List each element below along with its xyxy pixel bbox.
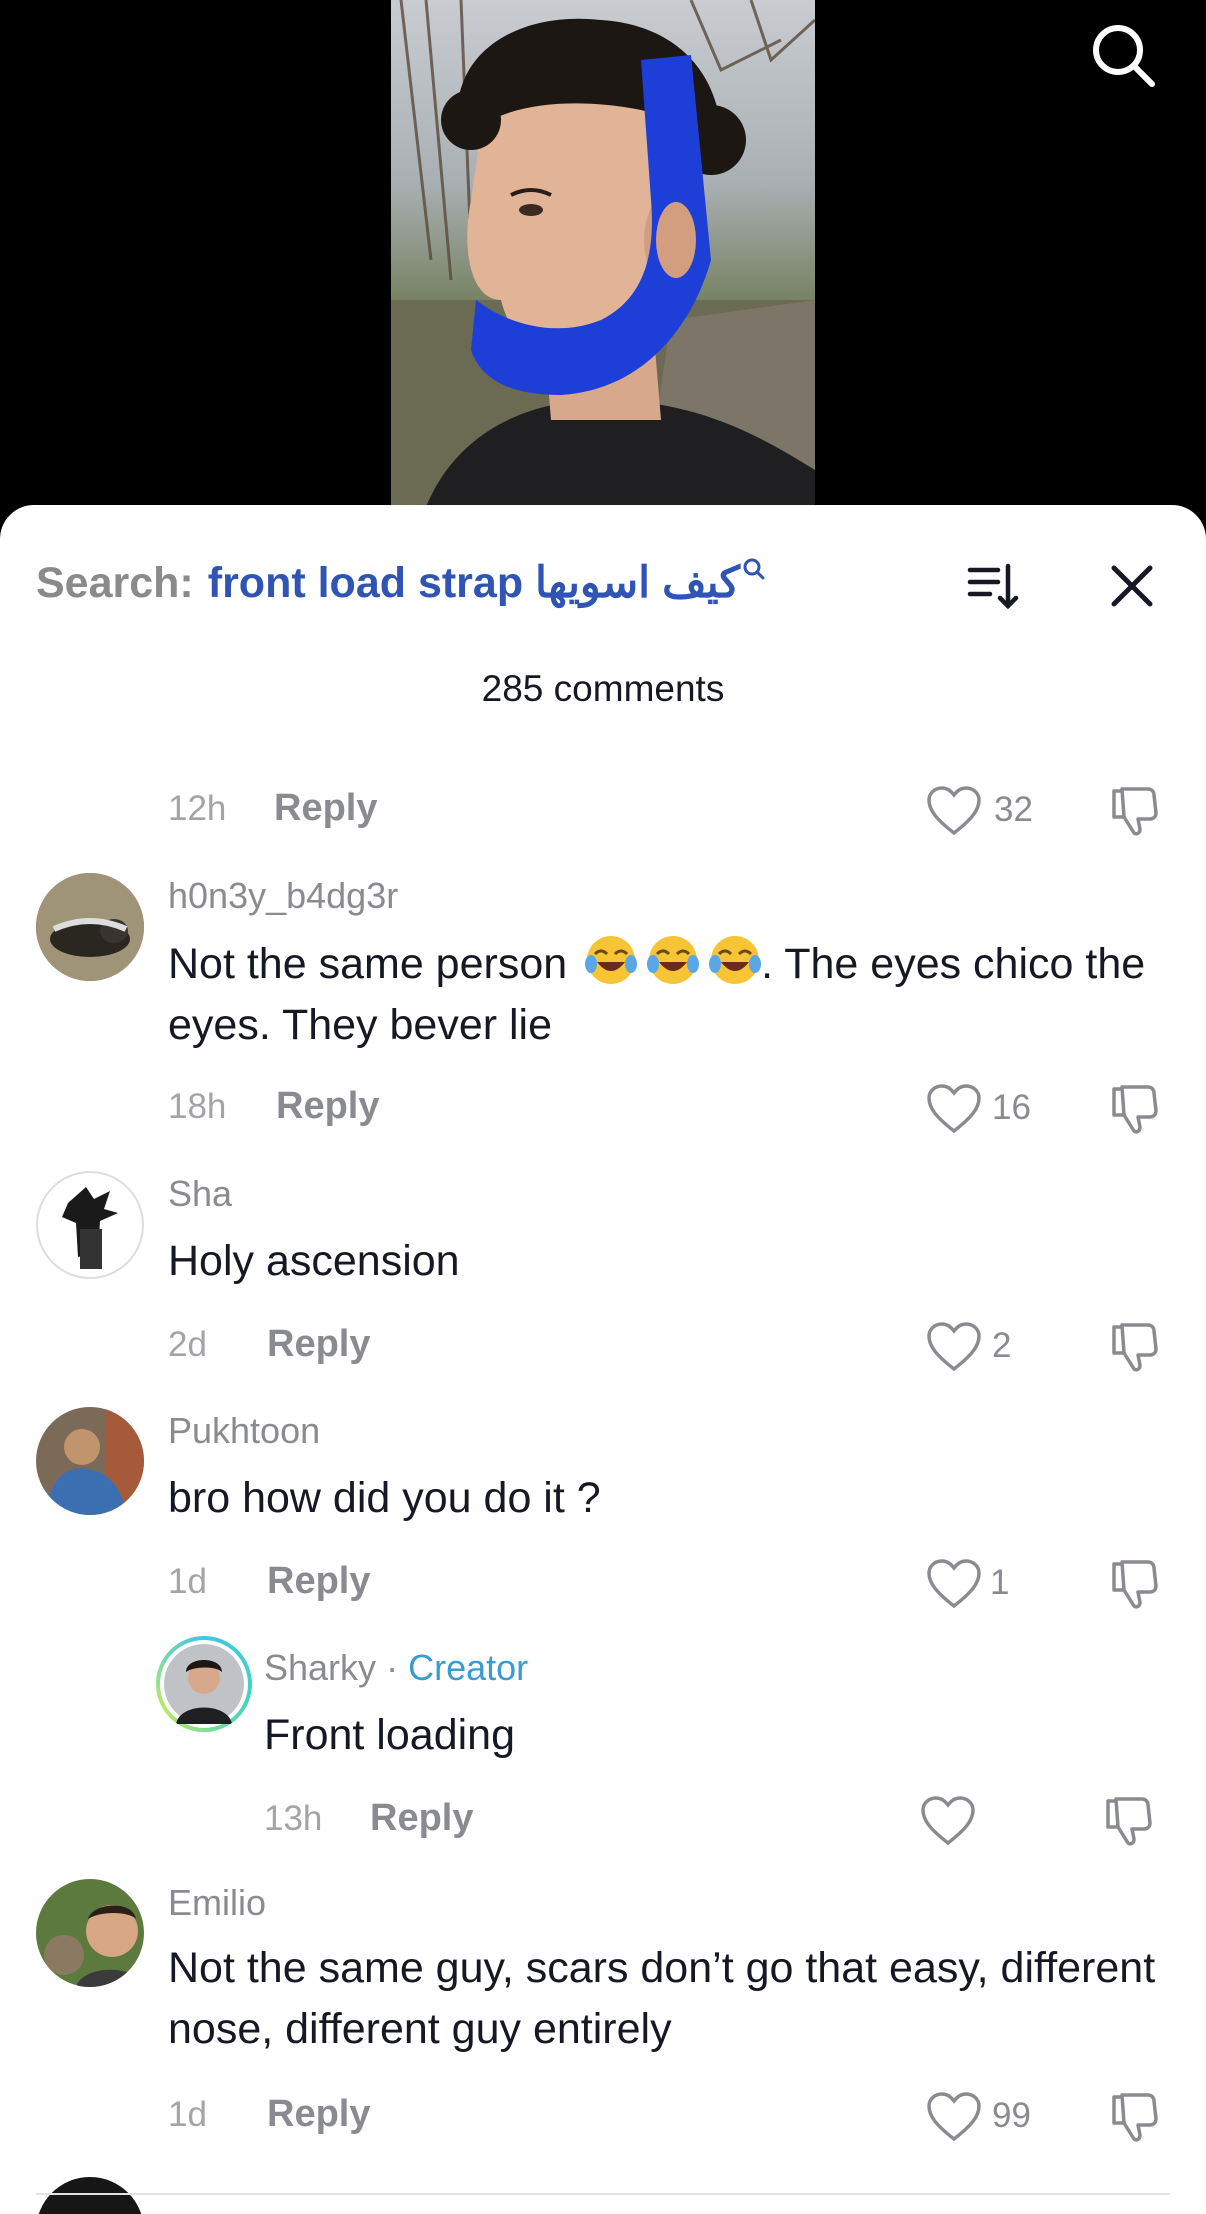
search-query-link[interactable]: front load strap كيف اسويها: [208, 558, 740, 608]
dislike-icon[interactable]: [1106, 2089, 1162, 2145]
video-player[interactable]: [0, 0, 1206, 520]
comment-time: 13h: [264, 1799, 323, 1838]
dislike-icon[interactable]: [1100, 1793, 1156, 1849]
comment-text-part: Not the same person: [168, 940, 568, 988]
heart-icon[interactable]: [926, 2091, 982, 2143]
avatar[interactable]: [36, 2177, 144, 2214]
comment-text: Not the same person . The eyes chico the…: [168, 934, 1168, 1056]
sort-icon[interactable]: [964, 556, 1024, 616]
dislike-icon[interactable]: [1106, 783, 1162, 839]
comments-sheet: Search: front load strap كيف اسويها 285 …: [0, 505, 1206, 2214]
reply-button[interactable]: Reply: [276, 1085, 379, 1128]
comment-count: 285 comments: [481, 668, 725, 709]
heart-icon[interactable]: [920, 1795, 976, 1847]
creator-badge: Creator: [408, 1647, 529, 1688]
reply-button[interactable]: Reply: [267, 2093, 370, 2136]
comment-text: Not the same guy, scars don’t go that ea…: [168, 1944, 1156, 2053]
search-label: Search:: [36, 558, 194, 607]
comment-username[interactable]: Pukhtoon: [168, 1410, 320, 1452]
search-small-icon: [742, 543, 766, 592]
dislike-icon[interactable]: [1106, 1081, 1162, 1137]
like-count: 1: [990, 1563, 1010, 1602]
comment-text: bro how did you do it ?: [168, 1474, 601, 1522]
avatar[interactable]: [36, 1171, 144, 1279]
comment-text: Front loading: [264, 1711, 515, 1759]
like-count: 16: [992, 1088, 1031, 1127]
comment-text: Holy ascension: [168, 1237, 460, 1285]
laughing-emoji-icon: [585, 936, 638, 984]
reply-button[interactable]: Reply: [370, 1797, 473, 1840]
dislike-icon[interactable]: [1106, 1556, 1162, 1612]
reply-button[interactable]: Reply: [274, 787, 377, 830]
comment-time: 1d: [168, 2095, 207, 2134]
comment-time: 1d: [168, 1562, 207, 1601]
heart-icon[interactable]: [926, 1321, 982, 1373]
close-icon[interactable]: [1102, 556, 1162, 616]
separator-dot: ·: [386, 1647, 399, 1688]
comment-username[interactable]: Sharky: [264, 1647, 376, 1688]
comment-username[interactable]: Emilio: [168, 1882, 266, 1924]
heart-icon[interactable]: [926, 785, 982, 837]
comment-username[interactable]: h0n3y_b4dg3r: [168, 875, 398, 917]
like-count: 32: [994, 790, 1033, 829]
avatar[interactable]: [36, 1879, 144, 1987]
heart-icon[interactable]: [926, 1083, 982, 1135]
laughing-emoji-icon: [709, 936, 762, 984]
comment-username[interactable]: Sha: [168, 1173, 232, 1215]
comment-time: 12h: [168, 789, 227, 828]
like-count: 2: [992, 1326, 1012, 1365]
comment-time: 18h: [168, 1087, 227, 1126]
reply-button[interactable]: Reply: [267, 1560, 370, 1603]
laughing-emoji-icon: [647, 936, 700, 984]
emoji-group: [585, 936, 762, 988]
comment-time: 2d: [168, 1325, 207, 1364]
creator-avatar[interactable]: [156, 1636, 252, 1732]
reply-button[interactable]: Reply: [267, 1323, 370, 1366]
heart-icon[interactable]: [926, 1558, 982, 1610]
divider: [36, 2193, 1170, 2195]
video-thumbnail: [391, 0, 815, 520]
comment-search-bar[interactable]: Search: front load strap كيف اسويها: [36, 553, 766, 613]
dislike-icon[interactable]: [1106, 1319, 1162, 1375]
avatar[interactable]: [36, 873, 144, 981]
reply-username-line: Sharky · Creator: [264, 1647, 528, 1689]
search-icon[interactable]: [1088, 20, 1158, 90]
like-count: 99: [992, 2096, 1031, 2135]
avatar[interactable]: [36, 1407, 144, 1515]
